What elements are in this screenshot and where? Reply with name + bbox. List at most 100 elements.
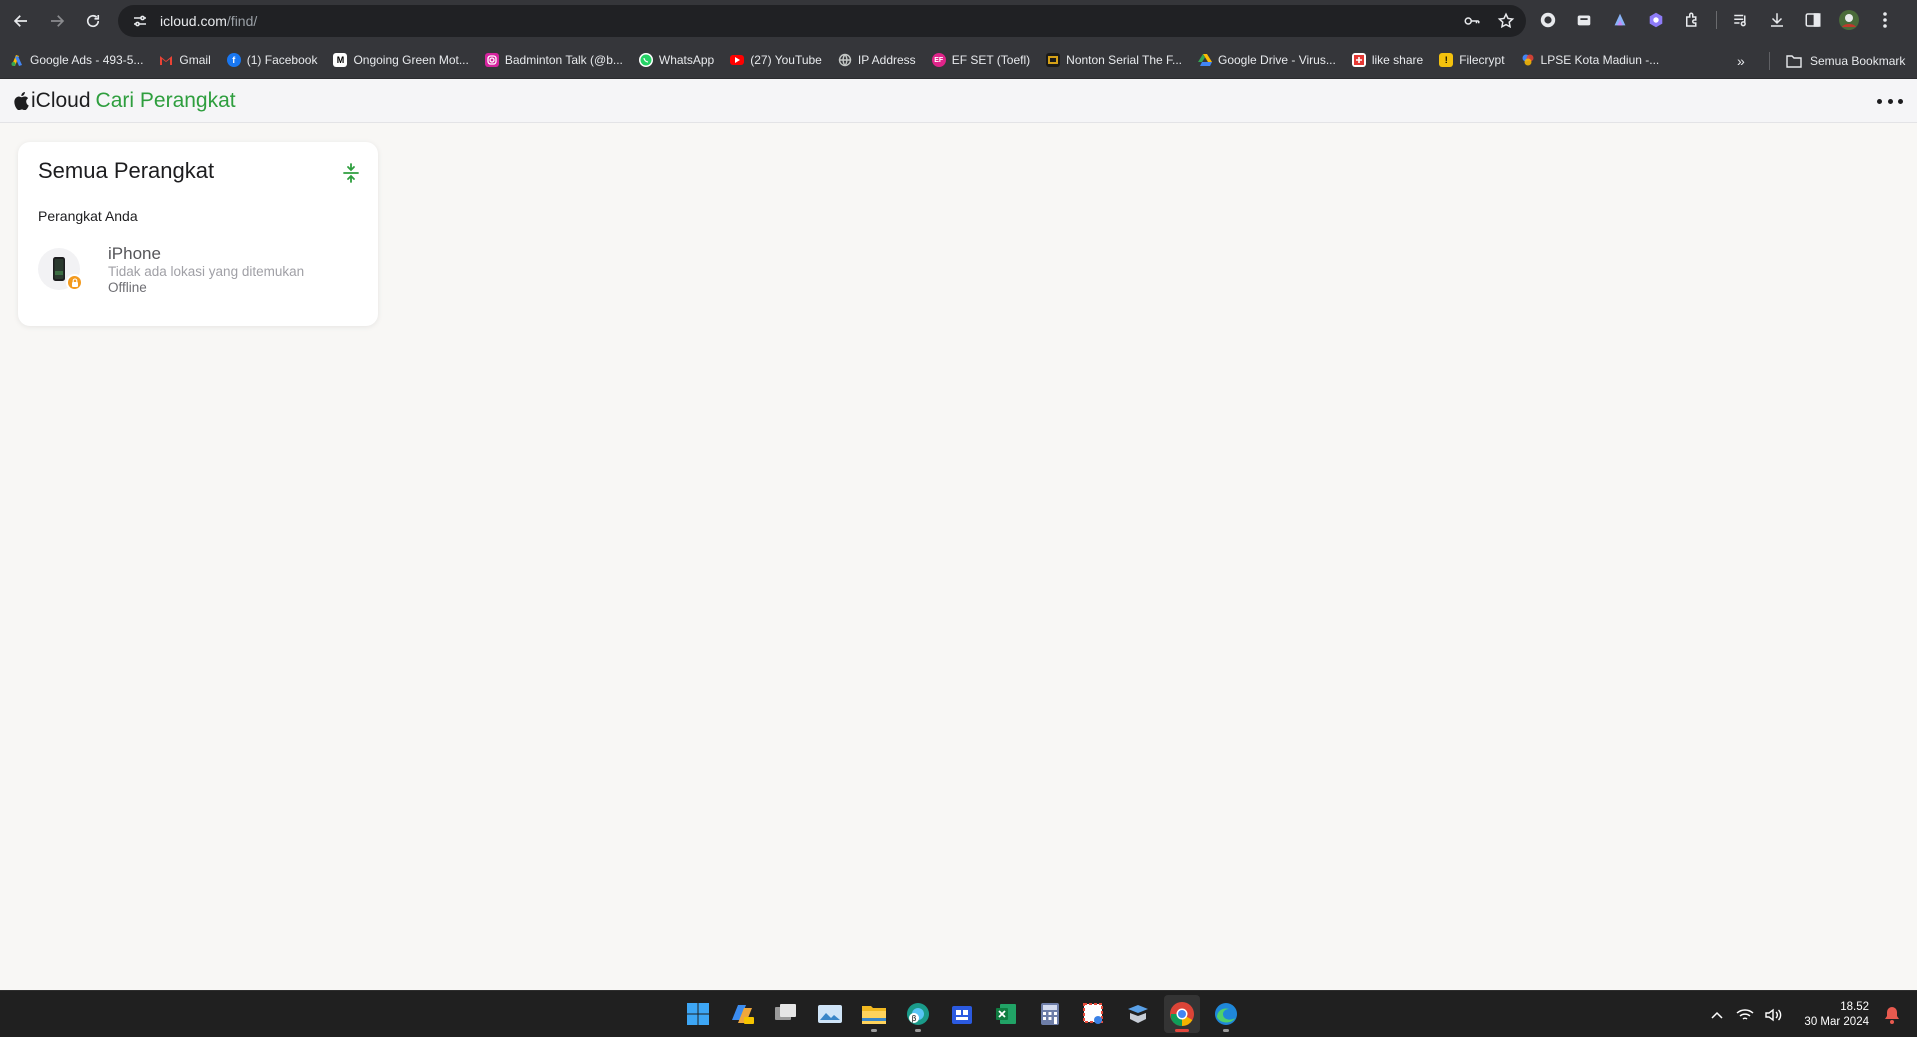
bookmark-like-share[interactable]: like share (1351, 47, 1431, 73)
windows-start-icon[interactable] (680, 995, 716, 1033)
more-options-icon[interactable] (1877, 89, 1903, 113)
bookmark-label: like share (1371, 53, 1424, 67)
chrome-icon[interactable] (1164, 995, 1200, 1033)
icloud-header: iCloud Cari Perangkat (0, 79, 1917, 123)
app-brand[interactable]: iCloud Cari Perangkat (13, 89, 236, 113)
browser-toolbar: icloud.com/find/ (0, 0, 1917, 42)
extension-2-icon[interactable] (1572, 8, 1596, 32)
photos-icon[interactable] (812, 995, 848, 1033)
bookmark-star-icon[interactable] (1496, 11, 1516, 31)
product-name: Cari Perangkat (95, 88, 236, 112)
bookmarks-overflow-button[interactable]: » (1737, 42, 1745, 79)
bookmark-label: Nonton Serial The F... (1066, 53, 1182, 67)
panel-title: Semua Perangkat (38, 158, 215, 183)
bookmark-facebook[interactable]: f (1) Facebook (226, 47, 326, 73)
lpse-icon (1521, 53, 1535, 67)
m-logo-icon: M (333, 53, 348, 67)
instagram-icon (484, 53, 499, 67)
lock-badge-icon (66, 274, 83, 291)
collapse-toggle-icon[interactable] (340, 162, 362, 184)
bookmark-ongoing-green[interactable]: M Ongoing Green Mot... (333, 47, 476, 73)
bookmark-google-ads[interactable]: Google Ads - 493-5... (10, 47, 151, 73)
side-panel-icon[interactable] (1801, 8, 1825, 32)
calculator-icon[interactable] (1032, 995, 1068, 1033)
youtube-icon (730, 55, 745, 65)
bookmark-ef-set[interactable]: EF EF SET (Toefl) (931, 47, 1038, 73)
bookmark-label: Gmail (179, 53, 211, 67)
media-controls-icon[interactable] (1729, 8, 1753, 32)
google-drive-icon (1198, 53, 1212, 67)
folder-icon (1786, 54, 1802, 68)
google-ads-icon (10, 53, 24, 67)
globe-icon (838, 53, 852, 67)
windows-taskbar: β 18.52 30 Mar 2024 (0, 990, 1917, 1037)
bookmark-ip-address[interactable]: IP Address (838, 47, 924, 73)
gmail-icon (159, 53, 173, 67)
address-bar[interactable]: icloud.com/find/ (118, 5, 1526, 37)
profile-avatar-icon[interactable] (1837, 8, 1861, 32)
bookmark-label: Ongoing Green Mot... (353, 53, 469, 67)
bookmark-label: EF SET (Toefl) (951, 53, 1031, 67)
devices-panel: Semua Perangkat Perangkat Anda iPhone Ti… (18, 142, 378, 326)
taskbar-clock[interactable]: 18.52 30 Mar 2024 (1804, 1000, 1869, 1030)
snipping-tool-icon[interactable] (1076, 995, 1112, 1033)
notification-bell-icon[interactable] (1881, 1004, 1903, 1026)
wifi-icon[interactable] (1734, 1004, 1756, 1026)
bookmarks-bar: Google Ads - 493-5... Gmail f (1) Faceboo… (0, 42, 1917, 79)
vpn-icon[interactable] (1120, 995, 1156, 1033)
browser-menu-icon[interactable] (1873, 8, 1897, 32)
bookmark-youtube[interactable]: (27) YouTube (730, 47, 830, 73)
bookmark-label: Google Drive - Virus... (1218, 53, 1336, 67)
device-location: Tidak ada lokasi yang ditemukan (108, 264, 305, 279)
bookmark-label: IP Address (857, 53, 916, 67)
extension-3-icon[interactable] (1608, 8, 1632, 32)
device-name: iPhone (108, 244, 161, 263)
downloads-icon[interactable] (1765, 8, 1789, 32)
device-status: Offline (108, 280, 147, 295)
site-settings-icon[interactable] (130, 11, 150, 31)
bookmark-nonton-serial[interactable]: Nonton Serial The F... (1046, 47, 1190, 73)
extension-4-icon[interactable] (1644, 8, 1668, 32)
facebook-icon: f (226, 53, 241, 67)
system-tray: 18.52 30 Mar 2024 (1706, 991, 1917, 1037)
filecrypt-icon: ! (1439, 53, 1454, 67)
excel-icon[interactable] (988, 995, 1024, 1033)
film-icon (1046, 53, 1061, 67)
reload-icon[interactable] (75, 3, 111, 39)
bookmark-whatsapp[interactable]: WhatsApp (638, 47, 722, 73)
apple-logo-icon (14, 91, 29, 110)
edge-icon[interactable] (1208, 995, 1244, 1033)
chevron-up-icon[interactable] (1706, 1004, 1728, 1026)
store-icon[interactable] (944, 995, 980, 1033)
back-arrow-icon[interactable] (3, 3, 39, 39)
section-label: Perangkat Anda (38, 208, 138, 224)
clock-time: 18.52 (1840, 1000, 1869, 1013)
brand-name: iCloud (31, 88, 91, 112)
bookmark-badminton-talk[interactable]: Badminton Talk (@b... (484, 47, 631, 73)
clock-date: 30 Mar 2024 (1804, 1015, 1869, 1028)
url-text: icloud.com/find/ (160, 13, 257, 29)
volume-icon[interactable] (1762, 1004, 1784, 1026)
task-view-icon[interactable] (768, 995, 804, 1033)
bookmark-label: (27) YouTube (750, 53, 822, 67)
toolbar-divider (1716, 11, 1717, 29)
url-path: /find/ (226, 13, 258, 29)
bookmark-gmail[interactable]: Gmail (159, 47, 218, 73)
bookmark-lpse[interactable]: LPSE Kota Madiun -... (1521, 47, 1668, 73)
extension-1-icon[interactable] (1536, 8, 1560, 32)
bookmark-label: Google Ads - 493-5... (30, 53, 144, 67)
device-list-item[interactable]: iPhone Tidak ada lokasi yang ditemukan O… (38, 242, 358, 302)
bookmark-filecrypt[interactable]: ! Filecrypt (1439, 47, 1512, 73)
bookmark-label: Badminton Talk (@b... (504, 53, 623, 67)
extensions-puzzle-icon[interactable] (1680, 8, 1704, 32)
forward-arrow-icon[interactable] (39, 3, 75, 39)
file-explorer-icon[interactable] (856, 995, 892, 1033)
ef-icon: EF (931, 53, 946, 67)
url-host: icloud.com (160, 13, 227, 29)
bookmark-google-drive[interactable]: Google Drive - Virus... (1198, 47, 1344, 73)
all-bookmarks-button[interactable]: Semua Bookmark (1786, 42, 1905, 79)
password-key-icon[interactable] (1462, 11, 1482, 31)
edge-beta-icon[interactable]: β (900, 995, 936, 1033)
bookmark-label: (1) Facebook (246, 53, 318, 67)
copilot-icon[interactable] (724, 995, 760, 1033)
